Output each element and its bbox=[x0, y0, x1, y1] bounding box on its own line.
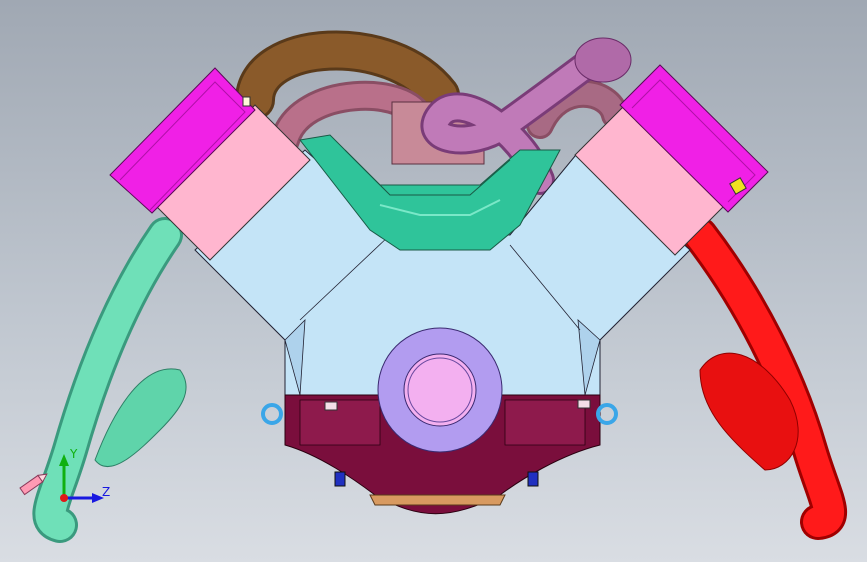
x-axis-dot bbox=[60, 494, 68, 502]
graphics-viewport[interactable]: Y Z bbox=[0, 0, 867, 562]
y-axis-label: Y bbox=[69, 447, 78, 461]
z-axis-label: Z bbox=[102, 485, 110, 499]
engine-3d-model[interactable] bbox=[0, 0, 867, 562]
lifting-eye-left bbox=[261, 403, 283, 425]
pencil-icon bbox=[19, 473, 48, 496]
axis-triad: Y Z bbox=[19, 447, 110, 503]
lifting-eye-right bbox=[596, 403, 618, 425]
